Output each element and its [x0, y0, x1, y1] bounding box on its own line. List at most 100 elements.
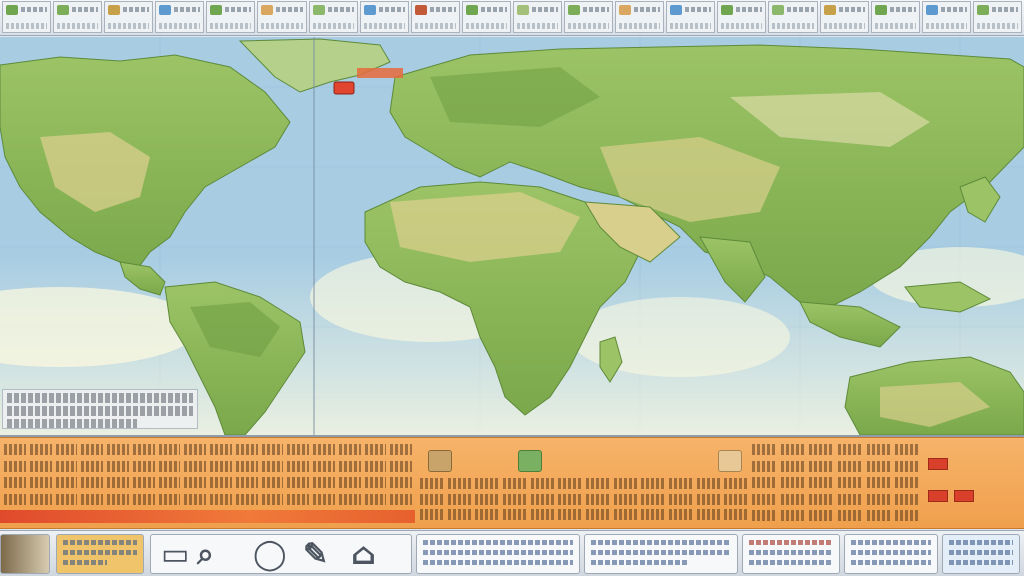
map-thumbnail[interactable] [512, 1, 563, 33]
table-cell [261, 460, 284, 472]
map-thumbnail[interactable] [410, 1, 460, 33]
table-cell [81, 460, 103, 472]
table-cell [696, 478, 721, 489]
globe-icon[interactable] [428, 450, 452, 472]
table-cell [502, 493, 527, 505]
map-thumbnail[interactable] [53, 1, 103, 33]
magnifier-icon[interactable]: ⌕ [197, 539, 214, 571]
table-cell [29, 460, 52, 472]
table-cell [338, 477, 361, 489]
table-cell [447, 478, 472, 489]
table-cell [364, 460, 387, 472]
chart-icon[interactable] [518, 450, 542, 472]
table-cell [132, 460, 155, 472]
table-cell [390, 460, 412, 472]
table-cell [724, 493, 748, 505]
map-thumbnail[interactable] [155, 1, 205, 33]
circle-icon[interactable]: ◯ [253, 539, 287, 571]
table-cell [752, 444, 777, 455]
table-cell [724, 478, 748, 489]
box-icon[interactable]: ▭ [161, 539, 189, 571]
table-cell [184, 460, 206, 472]
table-cell [475, 478, 499, 489]
status-block [928, 458, 948, 470]
table-cell [81, 493, 103, 505]
map-split-divider[interactable] [313, 37, 315, 435]
house-icon[interactable]: ⌂ [351, 539, 376, 571]
summary-panel[interactable] [942, 534, 1020, 574]
table-cell [390, 493, 412, 505]
table-cell [837, 460, 863, 472]
table-cell [132, 477, 155, 489]
menu-icon[interactable] [718, 450, 742, 472]
map-thumbnail[interactable] [819, 1, 869, 33]
table-cell [235, 444, 258, 455]
info-panel-right[interactable] [742, 534, 840, 574]
map-thumbnail[interactable] [921, 1, 971, 33]
table-cell [696, 509, 721, 521]
table-cell [837, 444, 863, 455]
status-block [954, 490, 974, 502]
map-thumbnail[interactable] [461, 1, 511, 33]
table-cell [837, 477, 863, 489]
map-thumbnail[interactable] [666, 1, 716, 33]
table-cell [724, 509, 748, 521]
table-cell [866, 460, 892, 472]
table-cell [287, 493, 309, 505]
table-cell [390, 477, 412, 489]
table-cell [558, 509, 582, 521]
table-cell [184, 493, 206, 505]
map-thumbnail[interactable] [768, 1, 818, 33]
world-map-view[interactable] [0, 37, 1024, 437]
map-thumbnail[interactable] [206, 1, 256, 33]
table-cell [287, 477, 309, 489]
table-cell [641, 509, 665, 521]
table-cell [210, 477, 232, 489]
map-thumbnail[interactable] [870, 1, 920, 33]
table-cell [780, 510, 806, 522]
table-cell [641, 493, 665, 505]
table-cell [55, 460, 78, 472]
table-cell [752, 493, 777, 505]
table-cell [210, 493, 232, 505]
table-cell [780, 444, 806, 455]
table-cell [107, 477, 129, 489]
map-thumbnail[interactable] [104, 1, 154, 33]
table-cell [558, 493, 582, 505]
table-cell [585, 478, 610, 489]
map-thumbnail[interactable] [717, 1, 767, 33]
map-thumbnail[interactable] [257, 1, 307, 33]
table-cell [420, 509, 444, 521]
table-cell [420, 478, 444, 489]
info-panel-left[interactable] [416, 534, 580, 574]
table-cell [809, 510, 834, 522]
info-panel-extra[interactable] [844, 534, 938, 574]
map-thumbnail[interactable] [359, 1, 409, 33]
table-cell [752, 477, 777, 489]
map-thumbnail[interactable] [564, 1, 614, 33]
table-cell [338, 460, 361, 472]
layer-thumbnail-button[interactable] [56, 534, 144, 574]
draw-icon[interactable]: ✎ [303, 539, 328, 571]
bottom-toolbar: ▭ ⌕ ◯ ✎ ⌂ [0, 530, 1024, 576]
table-cell [809, 477, 834, 489]
table-cell [338, 493, 361, 505]
table-cell [235, 477, 258, 489]
map-thumbnail[interactable] [972, 1, 1022, 33]
table-cell [107, 460, 129, 472]
table-cell [502, 509, 527, 521]
table-cell [158, 477, 181, 489]
table-cell [752, 460, 777, 472]
table-cell [287, 460, 309, 472]
map-thumbnail[interactable] [615, 1, 665, 33]
info-panel-middle[interactable] [584, 534, 738, 574]
data-grid-middle [420, 478, 748, 522]
table-cell [210, 460, 232, 472]
table-cell [81, 444, 103, 455]
table-cell [752, 510, 777, 522]
table-cell [132, 444, 155, 455]
table-cell [158, 444, 181, 455]
pen-tool-button[interactable] [0, 534, 50, 574]
map-thumbnail[interactable] [2, 1, 52, 33]
map-thumbnail[interactable] [308, 1, 358, 33]
